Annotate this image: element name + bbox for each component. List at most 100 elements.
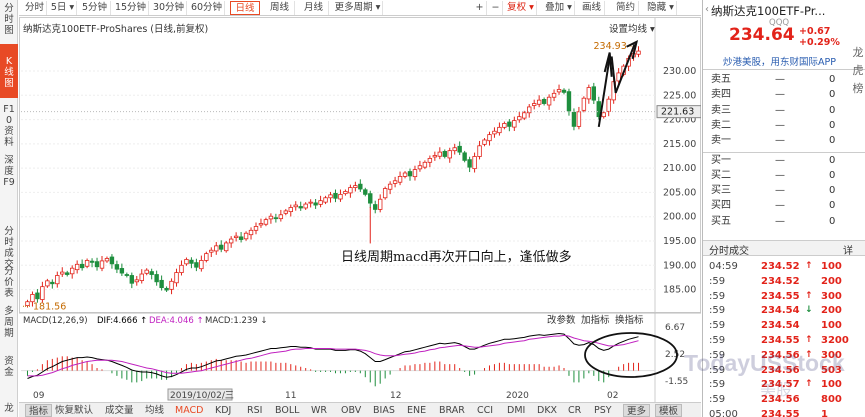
candle-body [109, 256, 115, 265]
orderbook-price: — [775, 119, 785, 131]
candle-body [536, 99, 542, 105]
indicator-tab-18[interactable]: 更多 [623, 404, 651, 417]
orderbook-label: 卖五 [711, 74, 731, 85]
orderbook-row: 买五 — 0 [711, 214, 857, 229]
indicator-tab-2[interactable]: 成交量 [105, 404, 134, 417]
watermark-cn-text: 美股 [760, 380, 793, 399]
candle-body [134, 279, 139, 283]
toolbar-button-10[interactable]: + [473, 1, 487, 15]
high-price-label: 234.93 [594, 41, 627, 52]
left-tab-8[interactable]: 龙 [0, 400, 18, 417]
candle-body [432, 155, 438, 158]
indicator-tab-6[interactable]: RSI [247, 404, 262, 417]
indicator-tab-8[interactable]: WR [311, 404, 327, 417]
candle-body [238, 236, 244, 240]
orderbook-price: — [775, 135, 785, 147]
macd-button-1[interactable]: 加指标 [581, 314, 610, 326]
price-tick-label: 230.00 [663, 66, 696, 77]
kline-chart[interactable]: 230.00 225.00 220.00 215.00 210.00 205.00 200.… [19, 17, 701, 402]
indicator-tab-13[interactable]: CCI [477, 404, 493, 417]
toolbar-button-16[interactable]: 隐藏 ▾ [645, 1, 677, 15]
indicator-tab-14[interactable]: DMI [507, 404, 525, 417]
chart-canvas[interactable]: 230.00225.00220.00215.00210.00205.00200.… [19, 17, 701, 402]
toolbar-button-7[interactable]: 周线 [265, 1, 295, 15]
left-tab-5[interactable]: 分价表 [0, 263, 18, 299]
orderbook-price: — [775, 169, 785, 181]
price-tick-label: 210.00 [663, 163, 696, 174]
toolbar-button-6[interactable]: 日线 [230, 1, 260, 15]
candle-body [243, 232, 249, 240]
indicator-tab-3[interactable]: 均线 [145, 404, 164, 417]
candle-body [472, 156, 477, 170]
toolbar-button-15[interactable]: 简约 [613, 1, 639, 15]
indicator-tab-16[interactable]: CR [568, 404, 581, 417]
indicator-tab-11[interactable]: ENE [407, 404, 426, 417]
left-tab-6[interactable]: 多周期 [0, 303, 18, 345]
candle-body [512, 120, 517, 128]
candle-body [407, 171, 413, 177]
orderbook-volume: 0 [829, 200, 836, 212]
trade-time: :59 [709, 379, 726, 391]
orderbook-row: 买二 — 0 [711, 168, 857, 183]
promo-link[interactable]: 炒港美股，用东财国际APP [723, 54, 836, 68]
trade-volume: 100 [821, 379, 842, 391]
up-arrow-icon: ↑ [805, 379, 813, 390]
toolbar-button-5[interactable]: 60分钟 [189, 1, 225, 15]
left-tab-7[interactable]: 资金 [0, 353, 18, 383]
indicator-tab-10[interactable]: BIAS [373, 404, 395, 417]
orderbook-price: — [775, 200, 785, 212]
toolbar-button-0[interactable]: 分时 [23, 1, 47, 15]
orderbook-label: 买五 [711, 215, 731, 227]
candle-body [119, 268, 125, 274]
toolbar-button-13[interactable]: 叠加 ▾ [543, 1, 575, 15]
indicator-tab-0[interactable]: 指标 [25, 404, 53, 417]
price-tick-label: 190.00 [663, 260, 696, 271]
candle-body [154, 274, 159, 283]
orderbook-row: 卖五 — 0 [711, 72, 857, 87]
indicator-tab-5[interactable]: KDJ [215, 404, 231, 417]
toolbar-button-2[interactable]: 5分钟 [79, 1, 111, 15]
left-tab-2[interactable]: F10资料 [0, 101, 18, 148]
left-tab-strip: 分时图 K线图 F10资料 深度F9 分时成交 分价表 多周期 资金龙 [0, 0, 18, 417]
macd-button-2[interactable]: 换指标 [615, 314, 644, 326]
chart-annotation: 日线周期macd再次开口向上，逢低做多 [341, 249, 572, 265]
indicator-tab-1[interactable]: 恢复默认 [55, 404, 93, 417]
indicator-tab-17[interactable]: PSY [594, 404, 612, 417]
toolbar-button-8[interactable]: 月线 [299, 1, 329, 15]
candle-body [283, 210, 289, 214]
orderbook-label: 卖一 [711, 135, 731, 147]
trade-price: 234.52 [761, 275, 800, 287]
candle-body [636, 50, 641, 55]
indicator-tab-7[interactable]: BOLL [275, 404, 299, 417]
left-tab-0[interactable]: 分时图 [0, 0, 18, 40]
candle-body [139, 273, 144, 281]
left-tab-3[interactable]: 深度F9 [0, 152, 18, 196]
macd-tick-label: 2.52 [665, 350, 685, 360]
candle-body [214, 245, 219, 252]
indicator-tab-15[interactable]: DKX [537, 404, 557, 417]
indicator-tab-19[interactable]: 模板 [655, 404, 683, 417]
toolbar-button-1[interactable]: 5日 ▾ [49, 1, 77, 15]
indicator-tab-9[interactable]: OBV [341, 404, 361, 417]
candle-body [40, 286, 45, 300]
candle-body [507, 121, 512, 127]
candle-body [313, 202, 318, 206]
dea-value: DEA:4.046 ↑ [149, 316, 204, 326]
ma-settings-button[interactable]: 设置均线 ▾ [609, 21, 655, 35]
trades-detail-button[interactable]: 详 [843, 242, 853, 257]
candle-body [144, 269, 149, 274]
toolbar-button-3[interactable]: 15分钟 [113, 1, 149, 15]
back-chevron-icon[interactable]: ‹ [705, 4, 709, 15]
toolbar-button-14[interactable]: 画线 [579, 1, 605, 15]
left-tab-1[interactable]: K线图 [0, 44, 18, 98]
candle-body [492, 130, 497, 135]
macd-button-0[interactable]: 改参数 [547, 314, 576, 326]
toolbar-button-9[interactable]: 更多周期 ▾ [333, 1, 383, 15]
toolbar-button-4[interactable]: 30分钟 [151, 1, 187, 15]
indicator-tab-4[interactable]: MACD [175, 404, 203, 417]
toolbar-button-11[interactable]: − [489, 1, 503, 15]
side-edge-label: 龙虎榜 [852, 46, 864, 95]
candle-body [561, 89, 567, 93]
toolbar-button-12[interactable]: 复权 ▾ [505, 1, 537, 15]
indicator-tab-12[interactable]: BRAR [439, 404, 465, 417]
